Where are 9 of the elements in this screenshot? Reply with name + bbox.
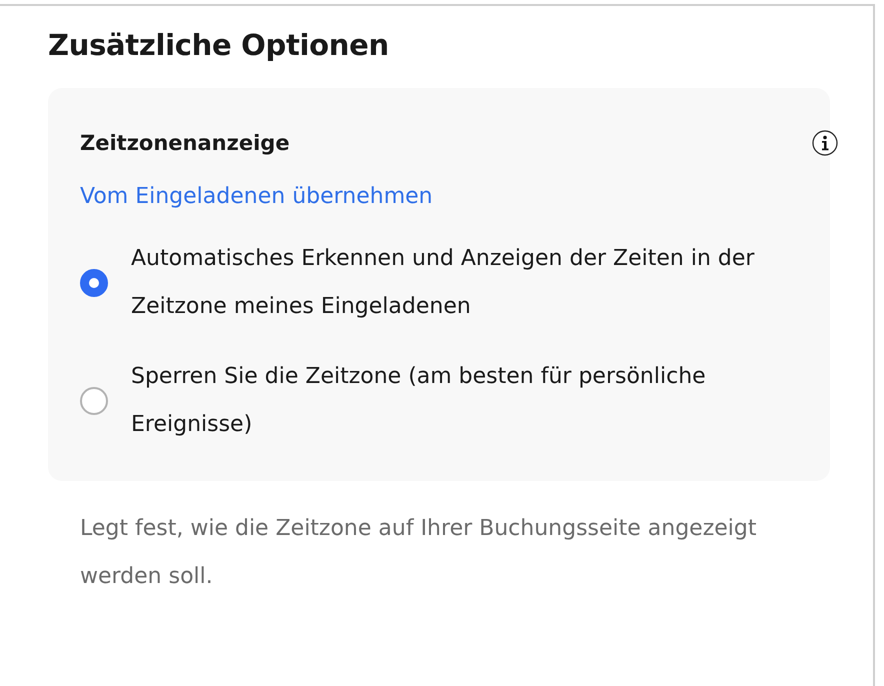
info-icon[interactable] xyxy=(812,130,838,156)
section-title: Zusätzliche Optionen xyxy=(48,28,390,62)
card-title: Zeitzonenanzeige xyxy=(80,131,290,155)
help-text: Legt fest, wie die Zeitzone auf Ihrer Buchungsseite angezeigt werden soll. xyxy=(80,515,758,591)
link[interactable]: Vom Eingeladenen übernehmen xyxy=(80,184,433,209)
radio-button[interactable] xyxy=(80,387,108,415)
option-label[interactable]: Sperren Sie die Zeitzone (am besten für persönliche Ereignisse) xyxy=(131,353,771,449)
radio-button[interactable] xyxy=(80,269,108,297)
option-label[interactable]: Automatisches Erkennen und Anzeigen der Zeiten in der Zeitzone meines Eingeladenen xyxy=(131,235,771,331)
